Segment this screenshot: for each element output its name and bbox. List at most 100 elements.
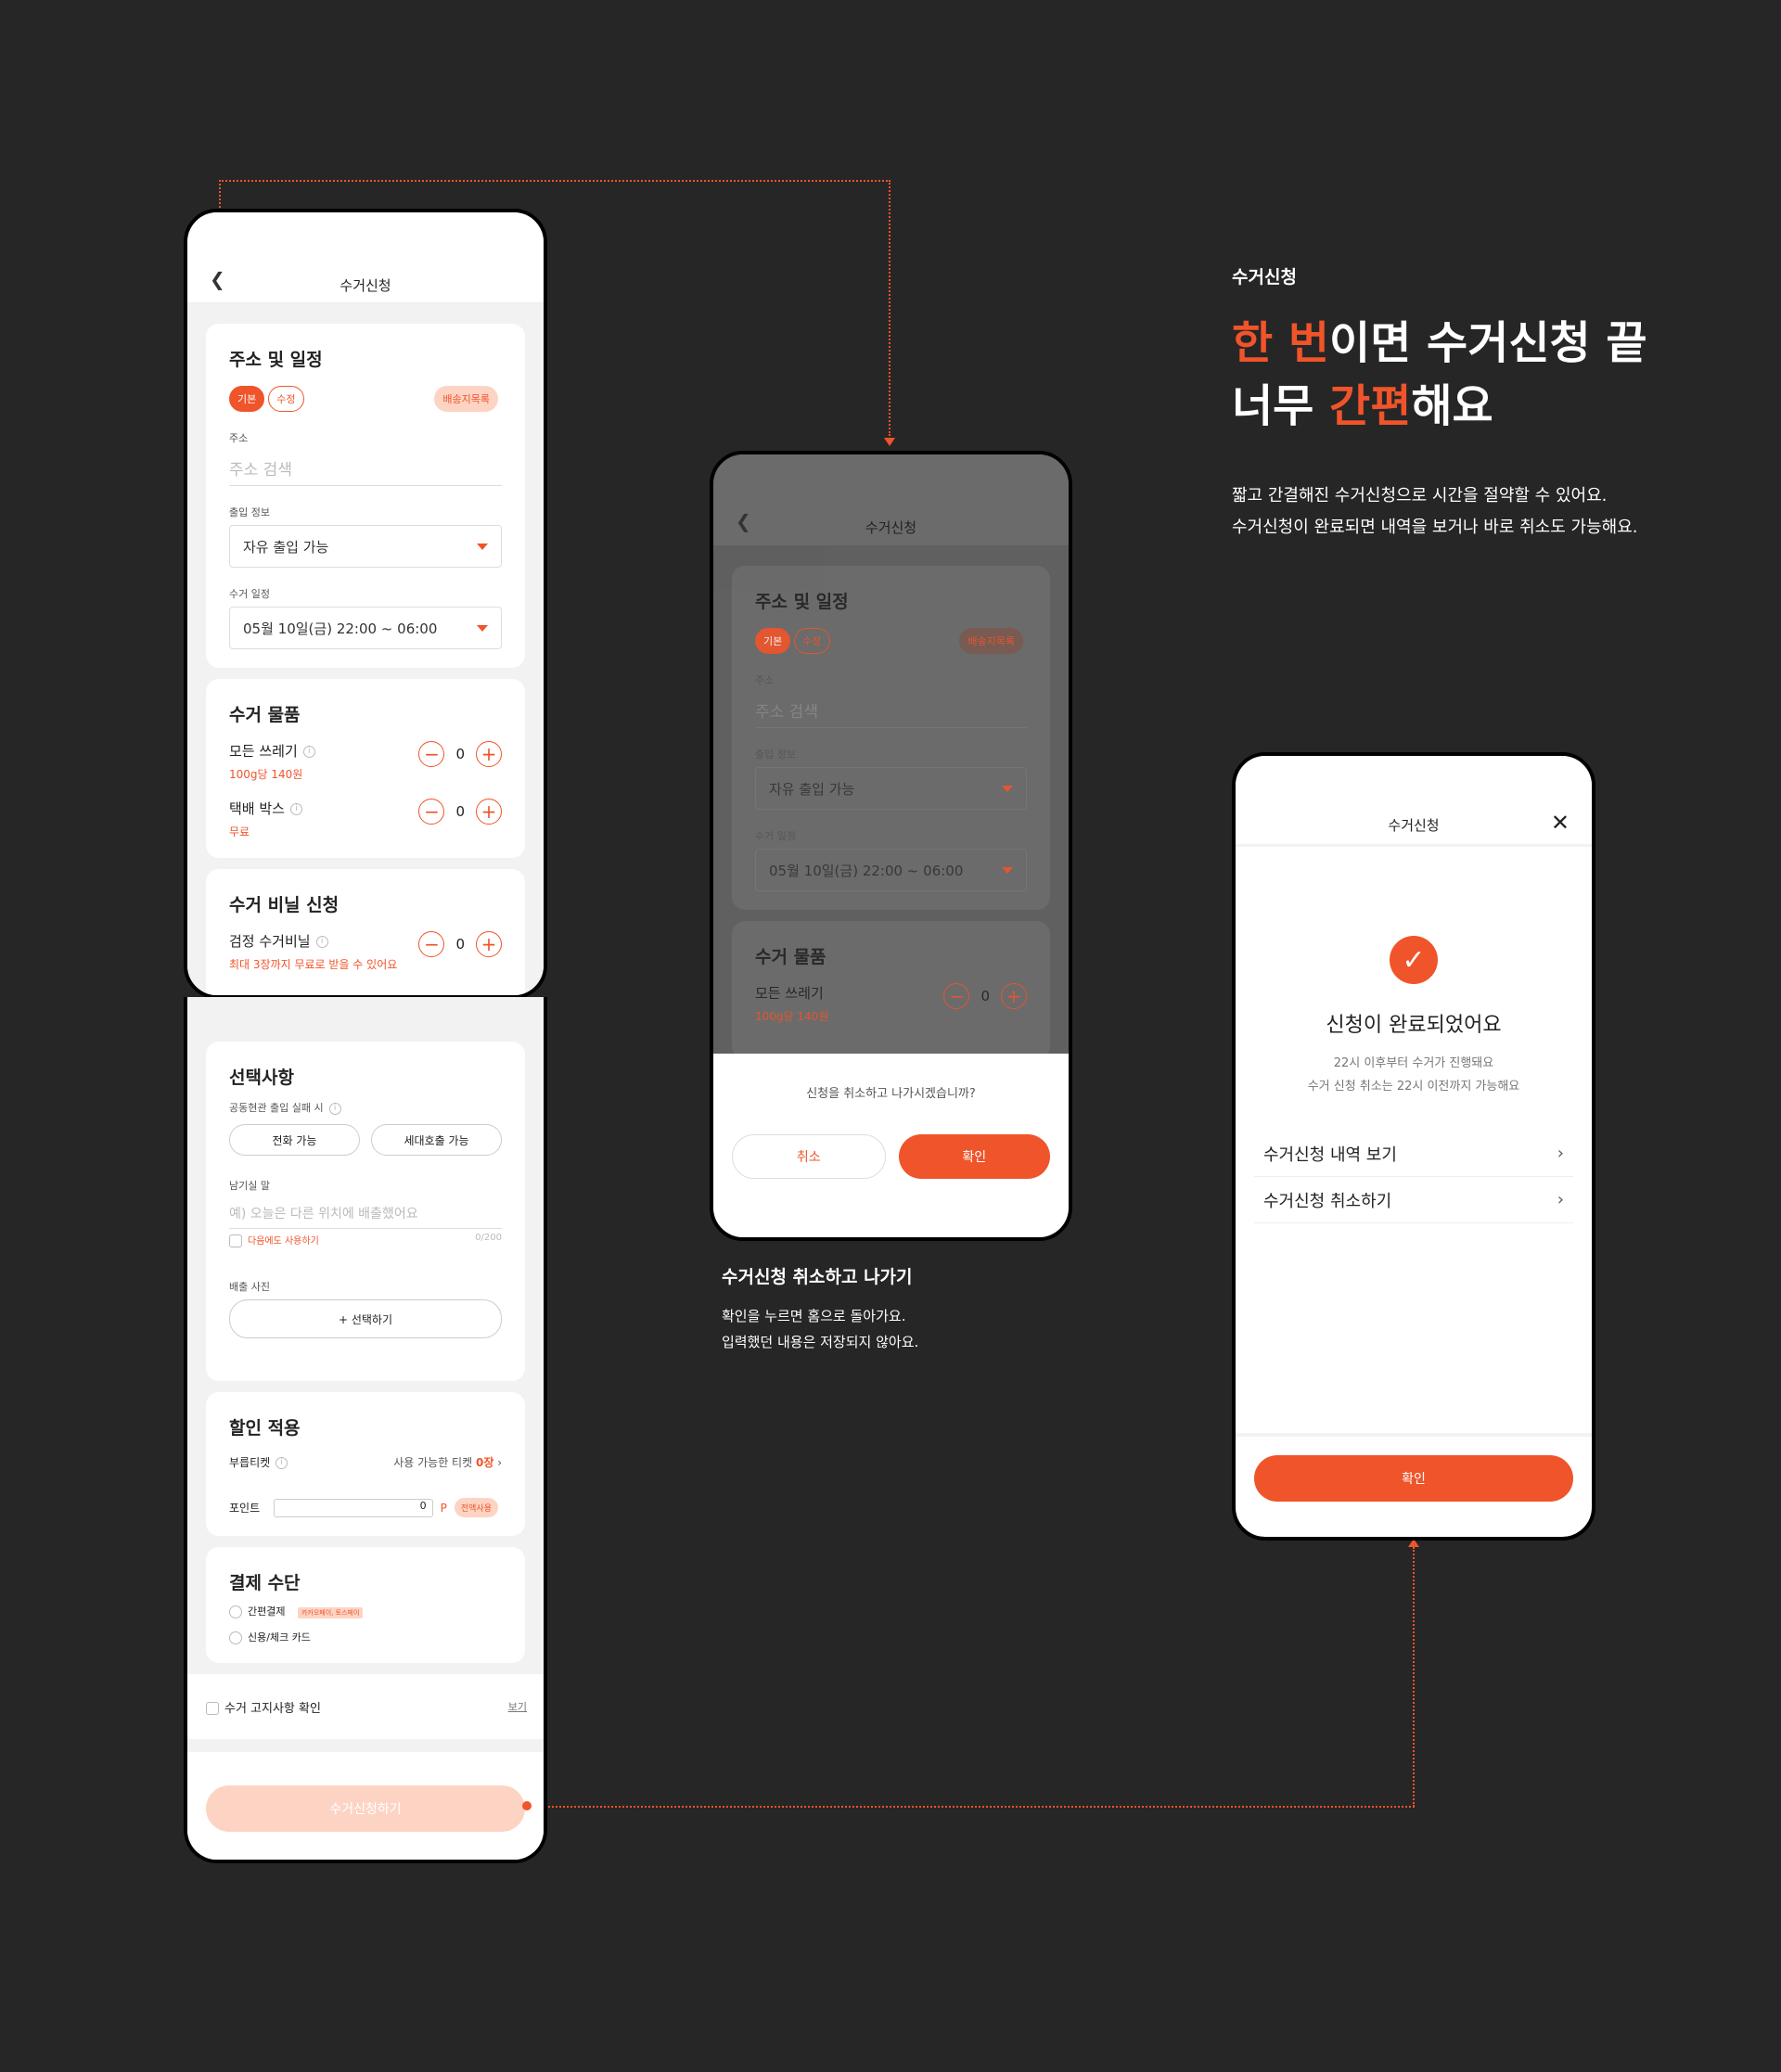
photo-select-button[interactable]: + 선택하기 [229, 1299, 502, 1338]
dialog-caption-line1: 확인을 누르면 홈으로 돌아가요. [722, 1308, 906, 1324]
connector-top-right [889, 180, 890, 436]
desc-line-2: 수거신청이 완료되면 내역을 보거나 바로 취소도 가능해요. [1232, 518, 1638, 537]
items-card: 수거 물품 모든 쓰레기 i 100g당 140원 −0 + 택배 박스 i 무료 −0 + [206, 679, 525, 858]
item-row: 모든 쓰레기 100g당 140원 −0 + [755, 983, 1027, 1024]
done-footer: 확인 [1236, 1433, 1592, 1537]
item-row: 택배 박스 i 무료 −0 + [229, 799, 502, 839]
ticket-count: 0장 [475, 1456, 494, 1469]
close-icon[interactable]: ✕ [1551, 810, 1570, 836]
ticket-link[interactable]: 사용 가능한 티켓 0장 › [393, 1454, 502, 1470]
chip-edit[interactable]: 수정 [268, 386, 304, 412]
quantity-value: 0 [455, 746, 465, 762]
quantity-stepper: −0 + [418, 931, 502, 957]
connector-arrow [884, 438, 895, 446]
memo-input[interactable]: 예) 오늘은 다른 위치에 배출했어요 [229, 1198, 502, 1229]
reuse-label: 다음에도 사용하기 [248, 1236, 319, 1247]
bag-card: 수거 비닐 신청 검정 수거비닐 i 최대 3장까지 무료로 받을 수 있어요 −0… [206, 869, 525, 995]
dialog-cancel-button[interactable]: 취소 [732, 1134, 886, 1179]
info-icon[interactable]: i [275, 1457, 288, 1469]
info-icon[interactable]: i [289, 803, 302, 815]
address-search-input[interactable]: 주소 검색 [229, 451, 502, 486]
info-icon[interactable]: i [328, 1102, 341, 1115]
items-title: 수거 물품 [229, 705, 301, 725]
minus-button[interactable]: − [418, 931, 445, 957]
cancel-request-link[interactable]: 수거신청 취소하기 › [1254, 1177, 1573, 1223]
dimmed-form: 주소 및 일정 기본 수정 배송지목록 주소 주소 검색 출입 정보 자유 출입 … [713, 545, 1069, 1065]
point-input[interactable]: 0 [274, 1498, 433, 1517]
access-value: 자유 출입 가능 [243, 538, 329, 556]
items-card: 수거 물품 모든 쓰레기 100g당 140원 −0 + [732, 921, 1050, 1059]
dropdown-arrow-icon [1002, 866, 1013, 874]
quantity-stepper: −0 + [418, 799, 502, 825]
chip-basic: 기본 [755, 628, 791, 654]
schedule-select[interactable]: 05월 10일(금) 22:00 ~ 06:00 [229, 607, 502, 649]
quantity-value: 0 [455, 936, 465, 953]
point-unit: P [440, 1501, 447, 1515]
schedule-label: 수거 일정 [755, 830, 796, 842]
done-sub2: 수거 신청 취소는 22시 이전까지 가능해요 [1307, 1080, 1520, 1094]
discount-card: 할인 적용 부릅티켓 i 사용 가능한 티켓 0장 › 포인트 0 P 전액사용 [206, 1392, 525, 1536]
dialog-message: 신청을 취소하고 나가시겠습니까? [806, 1087, 976, 1101]
notice-checkbox[interactable] [206, 1702, 219, 1715]
history-link[interactable]: 수거신청 내역 보기 › [1254, 1131, 1573, 1177]
address-card: 주소 및 일정 기본 수정 배송지목록 주소 주소 검색 출입 정보 자유 출입 … [732, 566, 1050, 910]
quantity-value: 0 [980, 988, 990, 1004]
minus-button[interactable]: − [418, 799, 445, 825]
quantity-value: 0 [455, 803, 465, 820]
headline-accent2: 간편 [1329, 380, 1412, 432]
schedule-value: 05월 10일(금) 22:00 ~ 06:00 [769, 862, 964, 879]
dialog-sheet: 신청을 취소하고 나가시겠습니까? 취소 확인 [713, 1054, 1069, 1237]
headline-start2: 너무 [1232, 380, 1330, 432]
phone-ok-button[interactable]: 전화 가능 [229, 1124, 360, 1156]
memo-count: 0/200 [475, 1233, 502, 1243]
desc-line-1: 짧고 간결해진 수거신청으로 시간을 절약할 수 있어요. [1232, 486, 1608, 505]
connector-top [219, 180, 890, 182]
app-header: ❮ 수거신청 [713, 454, 1069, 545]
dialog-caption-line2: 입력했던 내용은 저장되지 않아요. [722, 1334, 919, 1350]
item-name: 모든 쓰레기 [755, 985, 824, 1002]
address-book-button[interactable]: 배송지목록 [434, 386, 498, 412]
payment-title: 결제 수단 [229, 1573, 301, 1593]
access-select[interactable]: 자유 출입 가능 [229, 525, 502, 568]
payment-card: 결제 수단 간편결제 카카오페이, 토스페이 신용/체크 카드 [206, 1547, 525, 1663]
done-phone: 수거신청 ✕ ✓ 신청이 완료되었어요 22시 이후부터 수거가 진행돼요 수거… [1232, 752, 1595, 1541]
ticket-avail: 사용 가능한 티켓 [393, 1456, 473, 1469]
item-name: 검정 수거비닐 [229, 933, 311, 950]
form-content: 주소 및 일정 기본 수정 배송지목록 주소 주소 검색 출입 정보 자유 출입 … [187, 303, 544, 995]
chevron-right-icon: › [1557, 1144, 1564, 1163]
schedule-label: 수거 일정 [229, 588, 270, 600]
connector-dot-bottom [522, 1801, 532, 1810]
headline-accent: 한 번 [1232, 317, 1330, 369]
dropdown-arrow-icon [477, 543, 488, 550]
access-label: 출입 정보 [755, 748, 796, 761]
payment-radio[interactable] [229, 1631, 242, 1644]
info-icon[interactable]: i [302, 746, 315, 758]
access-value: 자유 출입 가능 [769, 780, 855, 798]
plus-button[interactable]: + [476, 741, 502, 767]
dropdown-arrow-icon [477, 624, 488, 632]
dialog-confirm-button[interactable]: 확인 [898, 1134, 1050, 1179]
address-card-title: 주소 및 일정 [755, 592, 849, 612]
notice-label: 수거 고지사항 확인 [224, 1701, 321, 1716]
chip-basic[interactable]: 기본 [229, 386, 265, 412]
address-card-title: 주소 및 일정 [229, 350, 323, 370]
plus-button[interactable]: + [476, 931, 502, 957]
headline-rest: 이면 수거신청 끝 [1329, 317, 1647, 369]
use-all-points-button[interactable]: 전액사용 [454, 1498, 498, 1517]
minus-button[interactable]: − [418, 741, 445, 767]
payment-radio[interactable] [229, 1605, 242, 1618]
schedule-value: 05월 10일(금) 22:00 ~ 06:00 [243, 620, 438, 637]
chevron-right-icon: › [497, 1456, 502, 1469]
section-label: 수거신청 [1232, 267, 1297, 288]
done-confirm-button[interactable]: 확인 [1254, 1455, 1573, 1502]
reuse-checkbox[interactable] [229, 1234, 242, 1247]
info-icon[interactable]: i [315, 936, 328, 948]
dropdown-arrow-icon [1002, 785, 1013, 792]
connector-bottom-right [1413, 1547, 1415, 1807]
submit-button[interactable]: 수거신청하기 [206, 1785, 525, 1832]
notice-row: 수거 고지사항 확인 보기 [187, 1674, 544, 1739]
notice-view-link[interactable]: 보기 [508, 1699, 527, 1714]
intercom-ok-button[interactable]: 세대호출 가능 [371, 1124, 502, 1156]
discount-title: 할인 적용 [229, 1418, 301, 1439]
plus-button[interactable]: + [476, 799, 502, 825]
